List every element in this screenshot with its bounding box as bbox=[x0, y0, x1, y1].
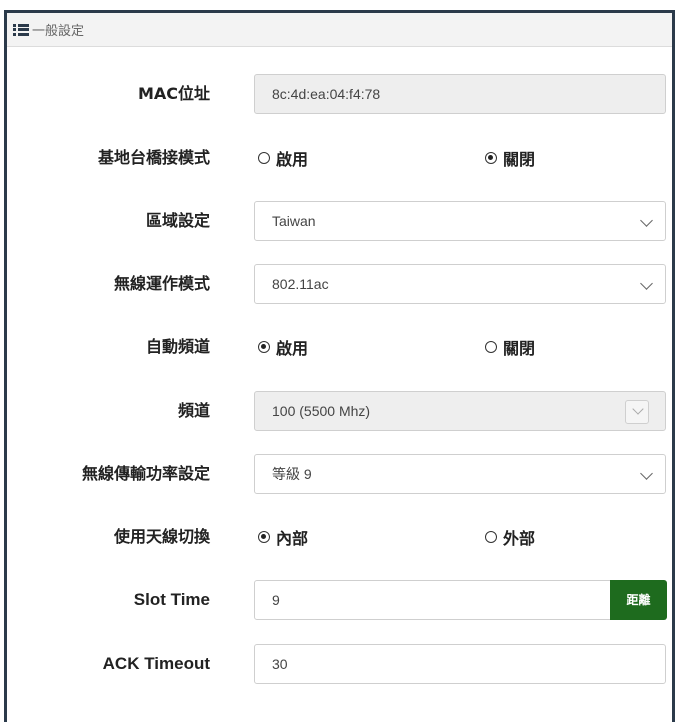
antenna-row: 使用天線切換 內部 外部 bbox=[7, 516, 672, 558]
wireless-mode-label: 無線運作模式 bbox=[113, 274, 210, 293]
bridge-label: 基地台橋接模式 bbox=[97, 148, 210, 167]
chevron-down-icon bbox=[640, 467, 653, 480]
radio-checked-icon[interactable] bbox=[258, 341, 270, 353]
antenna-external-label: 外部 bbox=[503, 529, 536, 548]
slot-time-input[interactable]: 9 bbox=[254, 580, 611, 620]
slot-time-row: Slot Time 9 距離 bbox=[7, 579, 672, 621]
auto-channel-disable-label: 關閉 bbox=[503, 339, 536, 358]
auto-channel-label: 自動頻道 bbox=[145, 337, 210, 356]
chevron-down-icon bbox=[640, 277, 653, 290]
bridge-disable-label: 關閉 bbox=[503, 150, 536, 169]
tx-power-label: 無線傳輸功率設定 bbox=[81, 464, 210, 483]
channel-row: 頻道 100 (5500 Mhz) bbox=[7, 390, 672, 432]
distance-button[interactable]: 距離 bbox=[610, 580, 667, 620]
wireless-mode-select[interactable]: 802.11ac bbox=[254, 264, 666, 304]
general-settings-panel: 一般設定 MAC位址 8c:4d:ea:04:f4:78 基地台橋接模式 啟用 … bbox=[4, 10, 675, 722]
ack-timeout-row: ACK Timeout 30 bbox=[7, 643, 672, 685]
wireless-mode-row: 無線運作模式 802.11ac bbox=[7, 263, 672, 305]
chevron-down-icon bbox=[640, 214, 653, 227]
auto-channel-enable-label: 啟用 bbox=[276, 339, 309, 358]
region-row: 區域設定 Taiwan bbox=[7, 200, 672, 242]
chevron-down-icon bbox=[625, 400, 649, 424]
auto-channel-enable-option[interactable]: 啟用 bbox=[258, 326, 308, 368]
channel-value: 100 (5500 Mhz) bbox=[272, 403, 371, 419]
antenna-external-option[interactable]: 外部 bbox=[485, 516, 535, 558]
list-icon bbox=[13, 23, 29, 36]
auto-channel-row: 自動頻道 啟用 關閉 bbox=[7, 326, 672, 368]
panel-title: 一般設定 bbox=[32, 23, 85, 38]
channel-label: 頻道 bbox=[177, 401, 210, 420]
bridge-disable-option[interactable]: 關閉 bbox=[485, 137, 535, 179]
ack-timeout-input[interactable]: 30 bbox=[254, 644, 666, 684]
bridge-enable-label: 啟用 bbox=[276, 150, 309, 169]
mac-field: 8c:4d:ea:04:f4:78 bbox=[254, 74, 666, 114]
bridge-enable-option[interactable]: 啟用 bbox=[258, 137, 308, 179]
bridge-row: 基地台橋接模式 啟用 關閉 bbox=[7, 137, 672, 179]
tx-power-row: 無線傳輸功率設定 等級 9 bbox=[7, 453, 672, 495]
channel-select: 100 (5500 Mhz) bbox=[254, 391, 666, 431]
radio-checked-icon[interactable] bbox=[258, 531, 270, 543]
slot-time-label: Slot Time bbox=[133, 590, 210, 609]
auto-channel-disable-option[interactable]: 關閉 bbox=[485, 326, 535, 368]
ack-timeout-label: ACK Timeout bbox=[102, 654, 210, 673]
region-value: Taiwan bbox=[272, 213, 316, 229]
tx-power-value: 等級 9 bbox=[272, 466, 312, 482]
wireless-mode-value: 802.11ac bbox=[272, 276, 329, 292]
radio-unchecked-icon[interactable] bbox=[258, 152, 270, 164]
tx-power-select[interactable]: 等級 9 bbox=[254, 454, 666, 494]
region-select[interactable]: Taiwan bbox=[254, 201, 666, 241]
mac-label: MAC位址 bbox=[137, 84, 210, 103]
radio-unchecked-icon[interactable] bbox=[485, 341, 497, 353]
mac-row: MAC位址 8c:4d:ea:04:f4:78 bbox=[7, 73, 672, 115]
radio-checked-icon[interactable] bbox=[485, 152, 497, 164]
radio-unchecked-icon[interactable] bbox=[485, 531, 497, 543]
antenna-label: 使用天線切換 bbox=[113, 527, 210, 546]
antenna-internal-option[interactable]: 內部 bbox=[258, 516, 308, 558]
antenna-internal-label: 內部 bbox=[276, 529, 309, 548]
region-label: 區域設定 bbox=[145, 211, 210, 230]
panel-header: 一般設定 bbox=[7, 13, 672, 47]
